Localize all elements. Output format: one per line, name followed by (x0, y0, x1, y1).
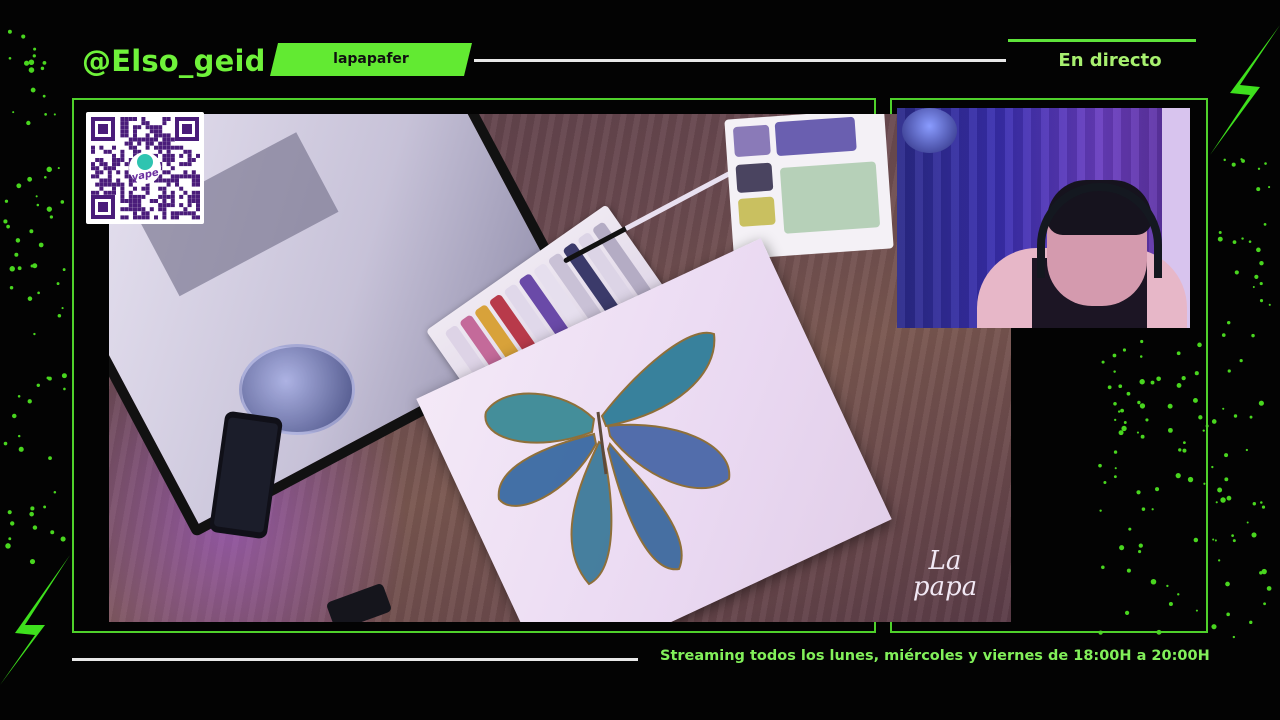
watermark-line1: La (928, 546, 962, 576)
watercolor-palette (724, 114, 894, 260)
header-divider (474, 59, 1006, 62)
username-tag: lapapafer (270, 43, 472, 76)
live-status: En directo (1058, 50, 1162, 71)
username-tag-label: lapapafer (333, 51, 409, 67)
lightning-bolt-icon (1210, 25, 1280, 155)
watermark-line2: papa (912, 572, 978, 602)
main-video-feed (109, 114, 1011, 622)
desk-lamp (902, 108, 957, 153)
qr-code-icon[interactable]: yape (86, 112, 204, 224)
qr-pattern: yape (91, 117, 200, 220)
lightning-bolt-icon (0, 555, 70, 685)
stream-schedule: Streaming todos los lunes, miércoles y v… (660, 648, 1210, 664)
live-divider (1008, 39, 1196, 42)
channel-handle: @Elso_geid (82, 44, 266, 78)
webcam-feed (897, 108, 1190, 328)
la-papa-watermark: La papa (905, 548, 985, 600)
footer-divider (72, 658, 638, 661)
butterfly-painting (484, 331, 731, 586)
